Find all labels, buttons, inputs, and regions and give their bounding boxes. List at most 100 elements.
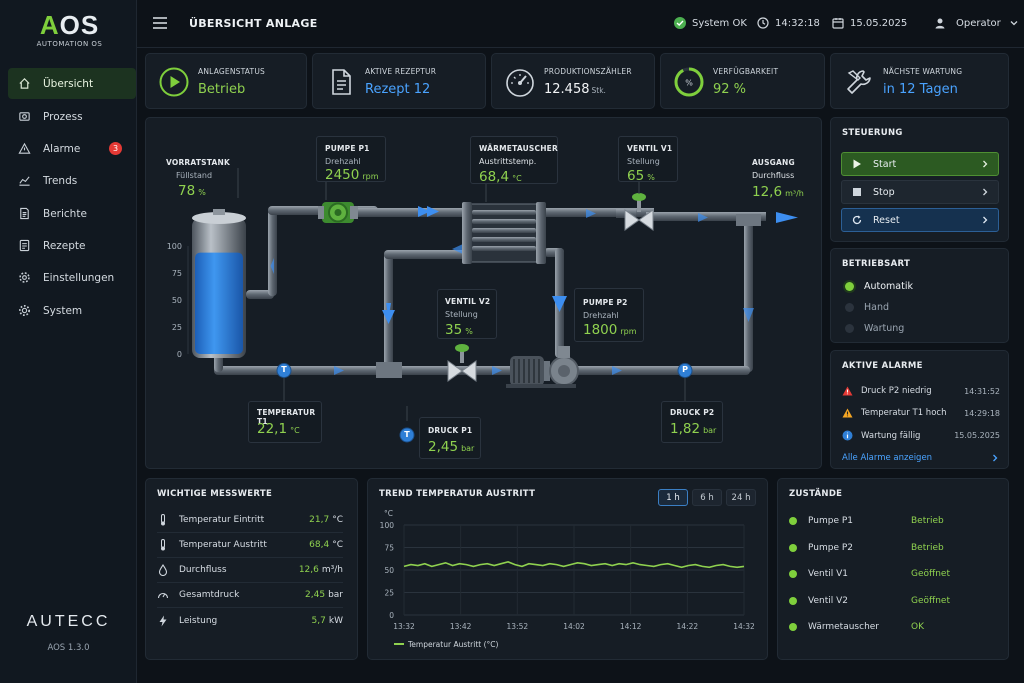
outlet-label: AUSGANG <box>752 158 795 167</box>
logo-text: AOS <box>39 10 100 40</box>
measurement-row: Temperatur Austritt 68,4 °C <box>157 533 343 558</box>
y-axis-unit: °C <box>384 509 393 518</box>
x-tick-label: 13:32 <box>393 622 415 631</box>
home-icon <box>19 78 30 89</box>
tank-label: VORRATSTANK <box>166 158 230 167</box>
warning-triangle-icon <box>842 408 853 418</box>
start-button[interactable]: Start <box>841 152 999 176</box>
kpi-value: 12.458 Stk. <box>544 82 606 97</box>
sidebar-item-uebersicht[interactable]: Übersicht <box>8 68 136 99</box>
active-alarms-panel: AKTIVE ALARME Druck P2 niedrig 14:31:52 … <box>830 350 1009 469</box>
states-panel: ZUSTÄNDE Pumpe P1 Betrieb Pumpe P2 Betri… <box>777 478 1009 660</box>
sidebar-item-alarme[interactable]: Alarme 3 <box>8 133 136 164</box>
stop-button[interactable]: Stop <box>841 180 999 204</box>
x-tick-label: 14:32 <box>733 622 755 631</box>
brand-logo: AUTECC <box>26 613 111 630</box>
logo-subtitle: AUTOMATION OS <box>36 40 103 48</box>
kpi-label: NÄCHSTE WARTUNG <box>883 67 963 76</box>
sidebar-item-label: System <box>43 304 83 317</box>
clock-time: 14:32:18 <box>757 17 820 29</box>
valve-v2-symbol <box>447 344 477 382</box>
sidebar-item-label: Alarme <box>43 142 81 155</box>
radio-empty-icon <box>845 303 854 312</box>
thermometer-icon <box>161 514 165 526</box>
chevron-right-icon <box>983 216 988 224</box>
y-tick-label: 75 <box>384 544 394 553</box>
alarm-item[interactable]: Druck P2 niedrig 14:31:52 <box>842 386 1000 396</box>
chevron-right-icon <box>983 188 988 196</box>
press1-marker: T <box>404 430 410 439</box>
operating-mode-panel: BETRIEBSART Automatik Hand Wartung <box>830 248 1009 343</box>
trend-panel: TREND TEMPERATUR AUSTRITT 1 h 6 h 24 h °… <box>367 478 768 660</box>
sidebar-item-system[interactable]: System <box>8 295 136 326</box>
recipe-icon <box>19 239 30 252</box>
temp-t1-box: TEMPERATUR T1 22,1 °C <box>248 401 322 443</box>
state-value: Betrieb <box>911 516 944 526</box>
tank-scale-label: 75 <box>171 269 182 278</box>
kpi-value: 92 % <box>713 82 747 97</box>
state-value: Geöffnet <box>911 569 950 579</box>
alarm-item[interactable]: Temperatur T1 hoch 14:29:18 <box>842 408 1000 418</box>
state-row-pumpe-p2: Pumpe P2 <box>789 543 853 553</box>
chevron-down-icon <box>1010 21 1018 26</box>
valve-v2-box: VENTIL V2 Stellung 35% <box>437 289 497 339</box>
heat-exchanger-box: WÄRMETAUSCHER Austrittstemp. 68,4 °C <box>470 136 558 185</box>
sidebar-item-berichte[interactable]: Berichte <box>8 198 136 229</box>
clock-icon <box>757 17 769 29</box>
status-dot-icon <box>789 597 797 605</box>
measurement-row: Leistung 5,7 kW <box>157 608 343 633</box>
sidebar-item-prozess[interactable]: Prozess <box>8 101 136 132</box>
sidebar-item-label: Rezepte <box>43 239 86 252</box>
menu-icon[interactable] <box>153 17 167 29</box>
alarm-item[interactable]: Wartung fällig 15.05.2025 <box>842 430 1000 441</box>
radio-empty-icon <box>845 324 854 333</box>
x-tick-label: 13:52 <box>507 622 529 631</box>
mode-option-automatik[interactable]: Automatik <box>845 281 913 292</box>
radio-selected-icon <box>845 282 854 291</box>
pump-p2-symbol <box>506 346 579 388</box>
x-tick-label: 14:02 <box>563 622 585 631</box>
kpi-label: PRODUKTIONSZÄHLER <box>544 67 632 76</box>
user-icon <box>935 18 945 29</box>
kpi-value: Rezept 12 <box>365 82 431 97</box>
drop-icon <box>158 564 168 576</box>
all-alarms-link[interactable]: Alle Alarme anzeigen <box>842 453 1000 463</box>
mode-option-wartung[interactable]: Wartung <box>845 323 904 334</box>
measurement-row: Gesamtdruck 2,45 bar <box>157 583 343 608</box>
speedometer-icon <box>506 69 534 97</box>
reset-button[interactable]: Reset <box>841 208 999 232</box>
sidebar-item-label: Prozess <box>43 110 83 123</box>
current-date: 15.05.2025 <box>832 17 907 29</box>
gauge-icon <box>157 592 169 599</box>
tank-level-value: 78% <box>178 183 206 199</box>
gear-icon <box>19 272 30 283</box>
sidebar-item-trends[interactable]: Trends <box>8 165 136 196</box>
x-tick-label: 14:12 <box>620 622 642 631</box>
kpi-value: in 12 Tagen <box>883 82 958 97</box>
tank-scale-label: 50 <box>171 296 182 305</box>
state-row-pumpe-p1: Pumpe P1 <box>789 516 853 526</box>
info-circle-icon <box>842 430 853 441</box>
heat-exchanger-symbol <box>462 202 546 264</box>
process-diagram: T T P 100 75 50 25 0 VORRATSTANK Füllsta… <box>145 117 822 469</box>
state-row-ventil-v1: Ventil V1 <box>789 569 848 579</box>
mode-option-hand[interactable]: Hand <box>845 302 889 313</box>
pump-p1-box: PUMPE P1 Drehzahl 2450 rpm <box>316 136 386 183</box>
sidebar-item-rezepte[interactable]: Rezepte <box>8 230 136 261</box>
thermometer-icon <box>161 539 165 551</box>
kpi-label: ANLAGENSTATUS <box>198 67 265 76</box>
play-circle-icon <box>159 67 189 97</box>
user-menu[interactable]: Operator <box>934 17 1024 29</box>
bolt-icon <box>159 615 167 626</box>
svg-text:%: % <box>685 79 693 88</box>
y-tick-label: 0 <box>389 611 394 620</box>
outlet-flow-value: 12,6 m³/h <box>752 184 804 200</box>
calendar-icon <box>832 18 844 29</box>
sidebar: AOS AUTOMATION OS Übersicht Prozess Alar… <box>0 0 137 683</box>
process-icon <box>19 112 30 121</box>
sidebar-item-einstellungen[interactable]: Einstellungen <box>8 262 136 293</box>
sidebar-item-label: Berichte <box>43 207 87 220</box>
trend-icon <box>19 176 30 186</box>
state-value: OK <box>911 622 924 632</box>
kpi-label: AKTIVE REZEPTUR <box>365 67 437 76</box>
